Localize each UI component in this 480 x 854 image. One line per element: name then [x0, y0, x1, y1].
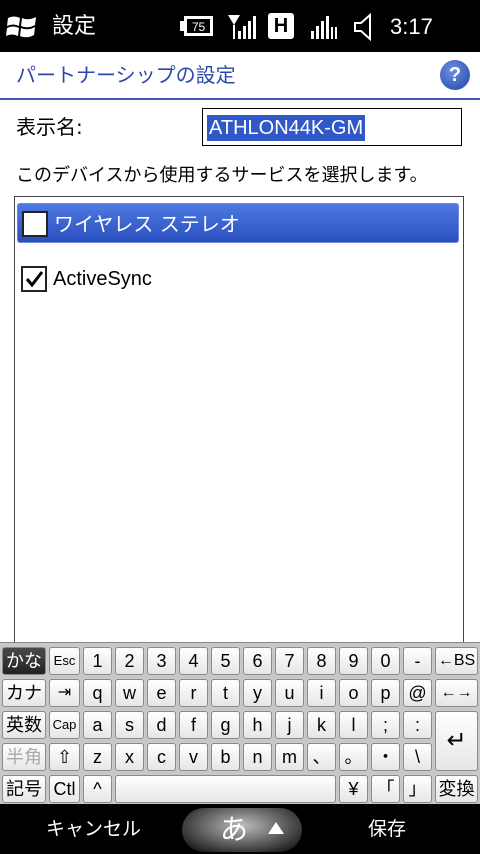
list-item-wireless-stereo[interactable]: ワイヤレス ステレオ — [17, 203, 459, 243]
key-j[interactable]: j — [275, 711, 304, 739]
key-l[interactable]: l — [339, 711, 368, 739]
key-a[interactable]: a — [83, 711, 112, 739]
key-t[interactable]: t — [211, 679, 240, 707]
key-i[interactable]: i — [307, 679, 336, 707]
key-period-jp[interactable]: 。 — [339, 743, 368, 771]
key-katakana-mode[interactable]: カナ — [2, 679, 46, 707]
app-title: 設定 — [52, 14, 97, 39]
key-m[interactable]: m — [275, 743, 304, 771]
key-middle-dot[interactable]: ・ — [371, 743, 400, 771]
checkmark-icon — [25, 271, 44, 288]
ime-menu-arrow-icon — [268, 822, 284, 834]
status-bar: 設定 75 H 3:17 — [0, 0, 480, 52]
key-b[interactable]: b — [211, 743, 240, 771]
key-h[interactable]: h — [243, 711, 272, 739]
key-semicolon[interactable]: ; — [371, 711, 400, 739]
key-at[interactable]: @ — [403, 679, 432, 707]
key-k[interactable]: k — [307, 711, 336, 739]
key-5[interactable]: 5 — [211, 647, 240, 675]
data-connection-icon[interactable] — [310, 13, 340, 41]
service-instruction-text: このデバイスから使用するサービスを選択します。 — [16, 165, 428, 186]
key-comma-jp[interactable]: 、 — [307, 743, 336, 771]
key-alphanumeric-mode[interactable]: 英数 — [2, 711, 46, 739]
key-2[interactable]: 2 — [115, 647, 144, 675]
key-r[interactable]: r — [179, 679, 208, 707]
page-title: パートナーシップの設定 — [16, 63, 236, 87]
key-c[interactable]: c — [147, 743, 176, 771]
key-yen[interactable]: ¥ — [339, 775, 368, 803]
key-shift[interactable]: ⇧ — [49, 743, 80, 771]
key-caps[interactable]: Cap — [49, 711, 80, 739]
key-o[interactable]: o — [339, 679, 368, 707]
key-e[interactable]: e — [147, 679, 176, 707]
list-item-label: ワイヤレス ステレオ — [54, 212, 240, 236]
key-n[interactable]: n — [243, 743, 272, 771]
key-esc[interactable]: Esc — [49, 647, 80, 675]
wireless-stereo-checkbox[interactable] — [22, 211, 48, 237]
key-arrows[interactable]: ←→ — [435, 679, 478, 707]
key-colon[interactable]: : — [403, 711, 432, 739]
display-name-value: ATHLON44K-GM — [207, 115, 366, 141]
list-item-activesync[interactable]: ActiveSync — [17, 259, 459, 299]
key-y[interactable]: y — [243, 679, 272, 707]
speaker-icon[interactable] — [352, 13, 378, 41]
signal-strength-icon[interactable] — [226, 13, 256, 41]
windows-start-icon[interactable] — [6, 13, 38, 41]
page-header: パートナーシップの設定 ? — [0, 52, 480, 100]
key-1[interactable]: 1 — [83, 647, 112, 675]
key-0[interactable]: 0 — [371, 647, 400, 675]
input-method-button[interactable]: あ — [182, 808, 302, 852]
cancel-button[interactable]: キャンセル — [46, 816, 141, 842]
key-u[interactable]: u — [275, 679, 304, 707]
key-close-bracket[interactable]: 」 — [403, 775, 432, 803]
hsdpa-indicator[interactable]: H — [268, 13, 294, 39]
soft-keyboard: かな Esc 1 2 3 4 5 6 7 8 9 0 - ←BS カナ ⇥ q … — [0, 642, 480, 805]
key-s[interactable]: s — [115, 711, 144, 739]
key-v[interactable]: v — [179, 743, 208, 771]
key-space[interactable] — [115, 775, 336, 803]
list-item-label: ActiveSync — [53, 268, 152, 290]
key-symbols[interactable]: 記号 — [2, 775, 46, 803]
clock[interactable]: 3:17 — [390, 13, 433, 41]
key-open-bracket[interactable]: 「 — [371, 775, 400, 803]
key-8[interactable]: 8 — [307, 647, 336, 675]
key-enter[interactable]: ↵ — [435, 711, 478, 771]
battery-icon[interactable]: 75 — [180, 15, 214, 37]
key-q[interactable]: q — [83, 679, 112, 707]
service-list[interactable]: ワイヤレス ステレオ ActiveSync — [14, 196, 464, 646]
softkey-bar: キャンセル あ 保存 — [0, 804, 480, 854]
key-g[interactable]: g — [211, 711, 240, 739]
key-kana-mode[interactable]: かな — [2, 647, 46, 675]
activesync-checkbox[interactable] — [21, 266, 47, 292]
key-caret[interactable]: ^ — [83, 775, 112, 803]
key-halfwidth-mode[interactable]: 半角 — [2, 743, 46, 771]
help-icon[interactable]: ? — [440, 60, 470, 90]
save-button[interactable]: 保存 — [368, 816, 406, 842]
key-p[interactable]: p — [371, 679, 400, 707]
key-backslash[interactable]: \ — [403, 743, 432, 771]
key-3[interactable]: 3 — [147, 647, 176, 675]
key-4[interactable]: 4 — [179, 647, 208, 675]
key-z[interactable]: z — [83, 743, 112, 771]
key-x[interactable]: x — [115, 743, 144, 771]
key-tab[interactable]: ⇥ — [49, 679, 80, 707]
key-9[interactable]: 9 — [339, 647, 368, 675]
key-convert[interactable]: 変換 — [435, 775, 478, 803]
ime-label: あ — [220, 813, 249, 846]
key-7[interactable]: 7 — [275, 647, 304, 675]
key-ctrl[interactable]: Ctl — [49, 775, 80, 803]
key-w[interactable]: w — [115, 679, 144, 707]
key-backspace[interactable]: ←BS — [435, 647, 478, 675]
display-name-label: 表示名: — [16, 115, 83, 139]
key-d[interactable]: d — [147, 711, 176, 739]
battery-level-text: 75 — [192, 20, 206, 34]
display-name-input[interactable]: ATHLON44K-GM — [202, 108, 462, 146]
key-6[interactable]: 6 — [243, 647, 272, 675]
key-f[interactable]: f — [179, 711, 208, 739]
key-minus[interactable]: - — [403, 647, 432, 675]
